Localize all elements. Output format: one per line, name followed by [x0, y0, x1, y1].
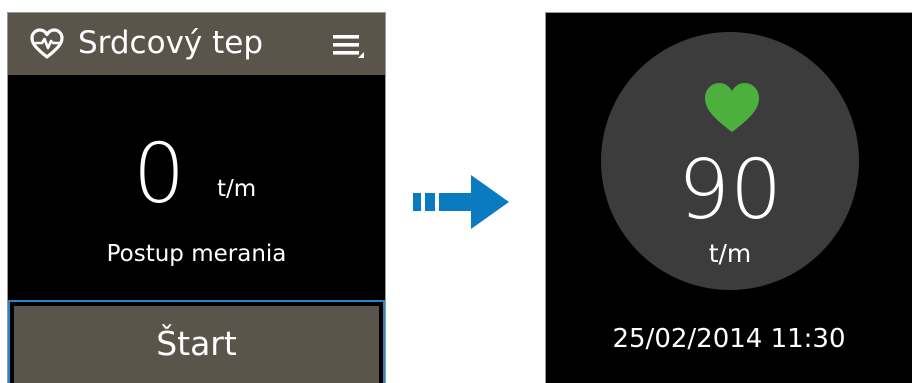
measurement-status: Postup merania: [106, 241, 287, 267]
arrow-right-icon: [413, 175, 509, 229]
green-heart-icon: [705, 83, 759, 132]
heart-rate-measure-screen: Srdcový tep 0 t/m Postup merania Štart: [7, 12, 386, 383]
current-bpm-unit: t/m: [217, 176, 257, 202]
start-button[interactable]: Štart: [14, 306, 379, 383]
result-bpm-value: 90: [677, 143, 783, 238]
result-bpm-unit: t/m: [708, 239, 752, 268]
result-dial: 90 t/m: [601, 32, 859, 290]
start-button-focus-frame: Štart: [8, 300, 385, 383]
heart-outline-icon: [30, 28, 64, 59]
app-title: Srdcový tep: [78, 25, 264, 61]
screenshot-stage: Srdcový tep 0 t/m Postup merania Štart 9…: [0, 0, 912, 383]
measurement-timestamp: 25/02/2014 11:30: [612, 324, 846, 354]
app-header: Srdcový tep: [8, 13, 385, 75]
menu-icon[interactable]: [331, 33, 365, 59]
current-bpm-value: 0: [133, 127, 186, 222]
heart-rate-result-screen: 90 t/m 25/02/2014 11:30: [545, 12, 912, 383]
